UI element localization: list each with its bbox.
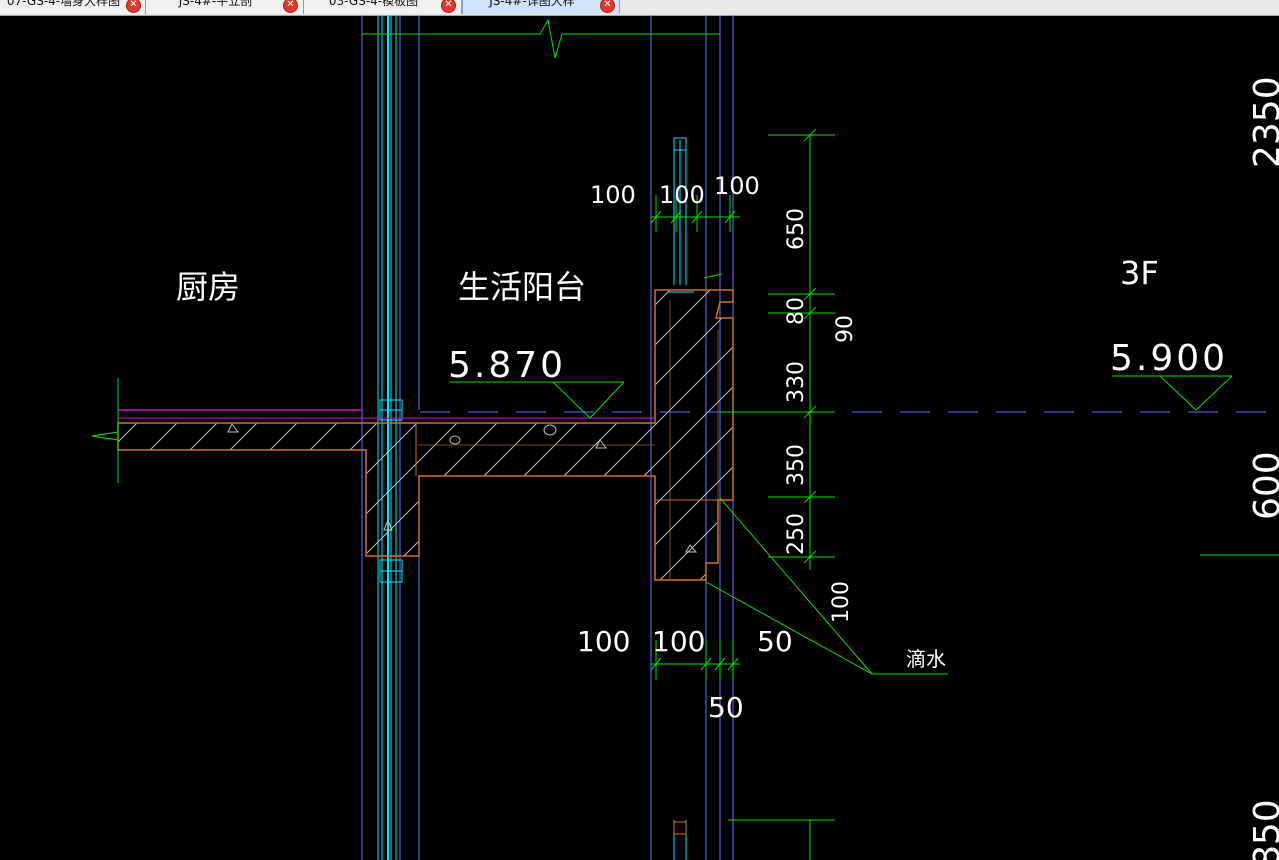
concrete-section (117, 289, 734, 581)
close-icon[interactable]: ✕ (283, 0, 298, 13)
dimension-label: 100 (714, 172, 760, 200)
close-icon[interactable]: ✕ (600, 0, 615, 13)
elevation-label-left: 5.870 (448, 345, 566, 386)
dimension-label: 80 (784, 297, 809, 325)
tab-label: 07-GS-4-墙身大样图 (6, 0, 121, 8)
dimension-label: 330 (784, 361, 809, 403)
elevation-marker-right (1112, 375, 1233, 411)
dimension-label: 350 (784, 444, 809, 486)
dimension-label: 100 (829, 581, 854, 623)
document-tab-bar: 07-GS-4-墙身大样图 ✕ JS-4#-平立剖 ✕ 03-GS-4-模板图 … (0, 0, 1279, 16)
dimension-label: 250 (784, 513, 809, 555)
dimension-label: 90 (833, 315, 858, 343)
dimension-label: 50 (708, 691, 744, 724)
room-label-balcony: 生活阳台 (458, 268, 586, 306)
edge-dimension-label: 600 (1247, 451, 1279, 520)
elevation-marker-left (450, 381, 625, 419)
close-icon[interactable]: ✕ (441, 0, 456, 13)
dimension-label: 100 (577, 625, 630, 658)
close-icon[interactable]: ✕ (126, 0, 141, 13)
tab-formwork[interactable]: 03-GS-4-模板图 ✕ (304, 0, 462, 14)
dimension-label: 100 (652, 625, 705, 658)
elevation-label-right: 5.900 (1110, 338, 1228, 379)
break-line-top (362, 18, 720, 59)
dimension-label: 50 (757, 625, 793, 658)
tab-label: JS-4#-详图大样 (489, 0, 575, 8)
edge-dimension-label: 850 (1247, 799, 1279, 860)
tab-detail[interactable]: JS-4#-详图大样 ✕ (462, 0, 620, 14)
floor-label: 3F (1120, 254, 1159, 292)
edge-dimension-label: 2350 (1247, 76, 1279, 168)
cad-drawing-canvas[interactable]: 厨房 生活阳台 3F 5.870 5.900 100 100 100 100 1… (0, 15, 1279, 860)
break-line-left (91, 378, 119, 483)
dimension-label: 650 (784, 208, 809, 250)
tab-wall-detail[interactable]: 07-GS-4-墙身大样图 ✕ (0, 0, 146, 14)
tab-plan-elevation[interactable]: JS-4#-平立剖 ✕ (146, 0, 304, 14)
dimension-label: 100 (659, 181, 705, 209)
dimension-label: 100 (590, 181, 636, 209)
tab-label: 03-GS-4-模板图 (328, 0, 419, 8)
tab-label: JS-4#-平立剖 (178, 0, 253, 8)
room-label-kitchen: 厨房 (176, 268, 240, 306)
vertical-dimension-chain (720, 128, 835, 860)
drip-annotation: 滴水 (906, 647, 946, 671)
